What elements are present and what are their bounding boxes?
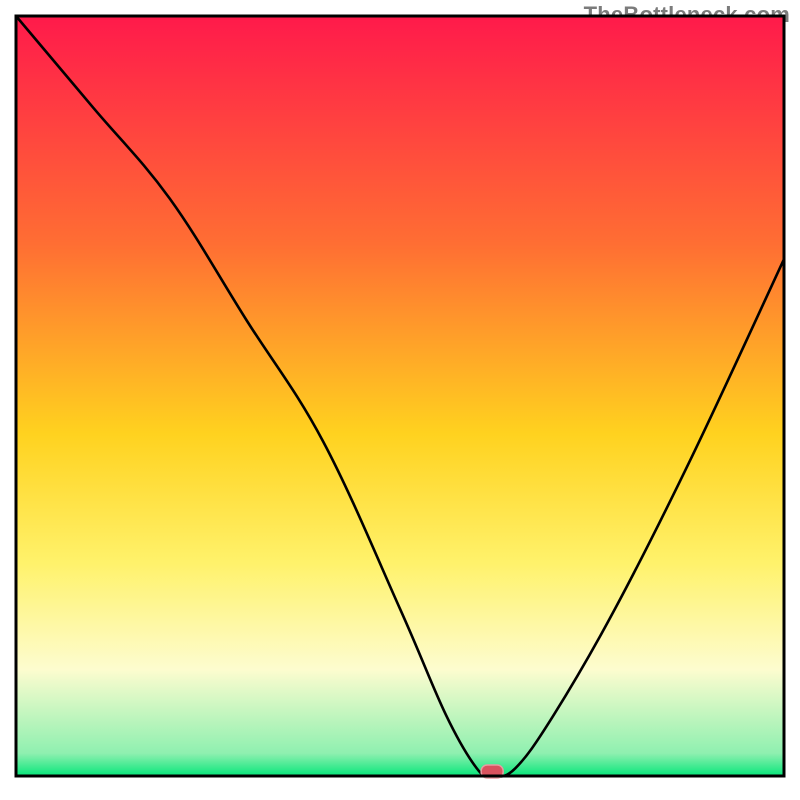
chart-stage: TheBottleneck.com (0, 0, 800, 800)
gradient-fill (16, 16, 784, 776)
bottleneck-chart (0, 0, 800, 800)
